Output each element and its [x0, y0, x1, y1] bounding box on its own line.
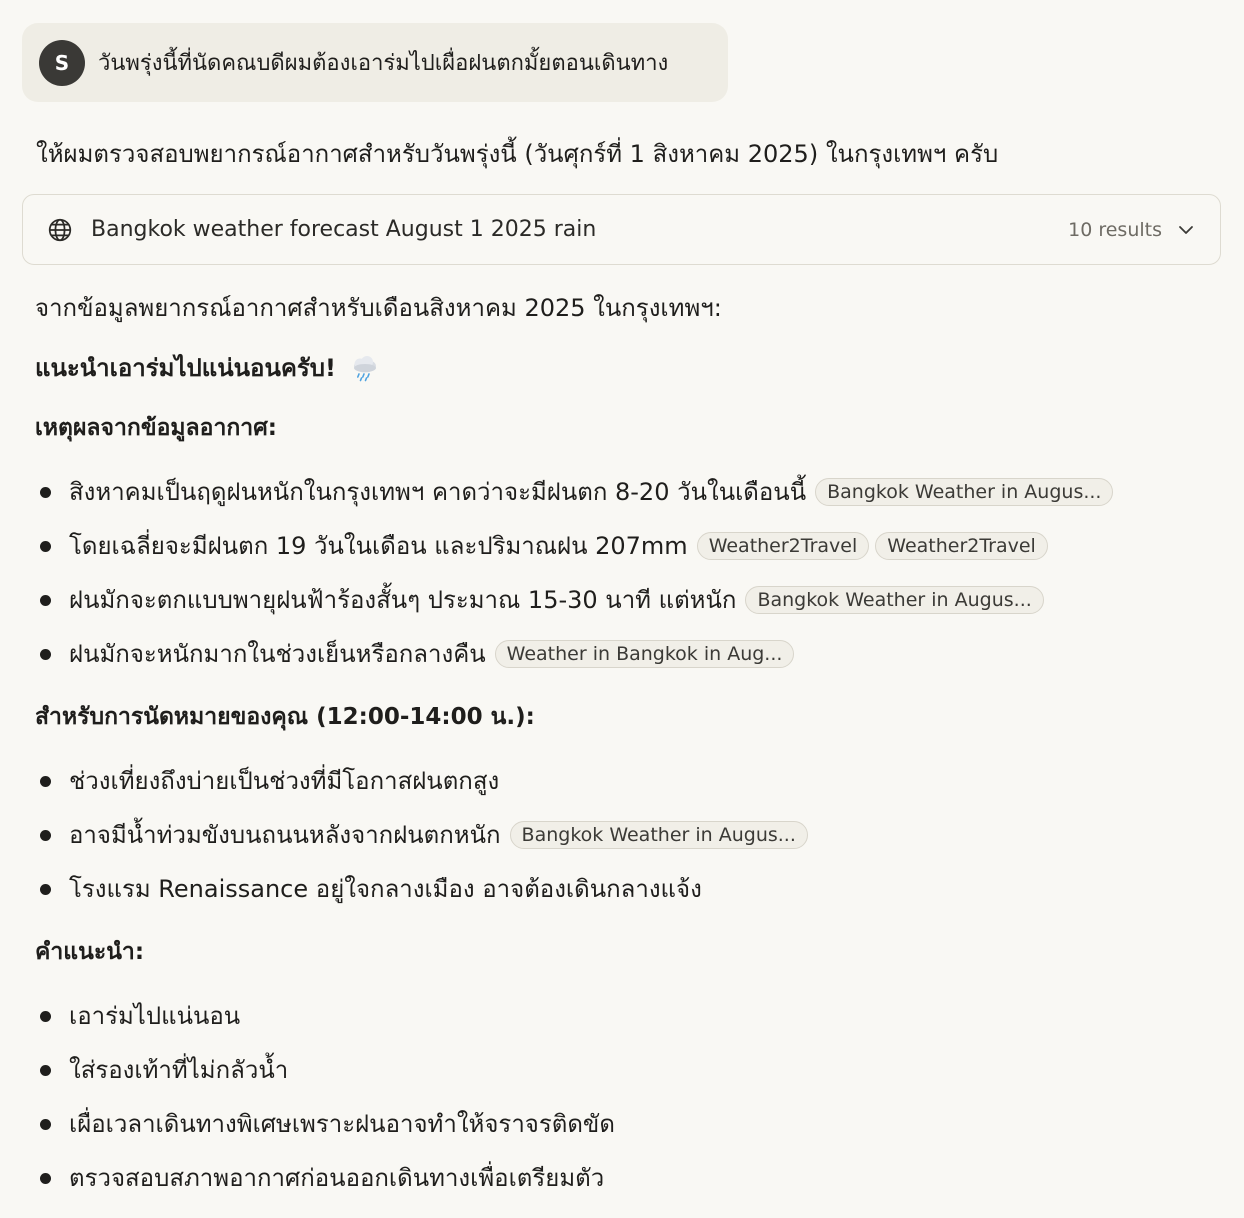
bullet-dot: [40, 1065, 51, 1076]
bullet-dot: [40, 541, 51, 552]
avatar[interactable]: S: [39, 39, 85, 86]
advice-heading: คำแนะนำ:: [35, 939, 145, 965]
globe-icon: [48, 218, 72, 241]
list-item: อาจมีน้ำท่วมขังบนถนนหลังจากฝนตกหนัก Bang…: [35, 808, 1225, 862]
citation-chip[interactable]: Weather2Travel: [696, 532, 870, 560]
cloud-rain-icon: [354, 356, 377, 382]
list-item: ฝนมักจะตกแบบพายุฝนฟ้าร้องสั้นๆ ประมาณ 15…: [35, 573, 1225, 627]
recommendation-text: แนะนำเอาร่มไปแน่นอนครับ!: [35, 354, 336, 382]
list-item-text: ฝนมักจะตกแบบพายุฝนฟ้าร้องสั้นๆ ประมาณ 15…: [69, 585, 737, 614]
assistant-intro-text: ให้ผมตรวจสอบพยากรณ์อากาศสำหรับวันพรุ่งนี…: [36, 140, 999, 168]
recommendation: แนะนำเอาร่มไปแน่นอนครับ!: [35, 345, 1225, 392]
list-item: โดยเฉลี่ยจะมีฝนตก 19 วันในเดือน และปริมา…: [35, 519, 1225, 573]
chevron-down-icon[interactable]: [1176, 220, 1196, 240]
citation-chip[interactable]: Bangkok Weather in Augus...: [815, 478, 1114, 506]
search-results-count: 10 results: [1068, 218, 1162, 241]
list-item-text: เผื่อเวลาเดินทางพิเศษเพราะฝนอาจทำให้จราจ…: [69, 1109, 615, 1138]
list-item-text: ฝนมักจะหนักมากในช่วงเย็นหรือกลางคืน: [69, 639, 486, 668]
reasons-list: สิงหาคมเป็นฤดูฝนหนักในกรุงเทพฯ คาดว่าจะม…: [35, 465, 1225, 681]
list-item-text: ใส่รองเท้าที่ไม่กลัวน้ำ: [69, 1055, 289, 1084]
list-item-text: ตรวจสอบสภาพอากาศก่อนออกเดินทางเพื่อเตรีย…: [69, 1163, 605, 1192]
bullet-dot: [40, 776, 51, 787]
citation-chip[interactable]: Bangkok Weather in Augus...: [509, 821, 808, 849]
bullet-dot: [40, 1011, 51, 1022]
citation-chip[interactable]: Weather2Travel: [875, 532, 1048, 560]
list-item-text: สิงหาคมเป็นฤดูฝนหนักในกรุงเทพฯ คาดว่าจะม…: [69, 477, 807, 506]
list-item: ใส่รองเท้าที่ไม่กลัวน้ำ: [35, 1043, 1225, 1097]
list-item-text: โรงแรม Renaissance อยู่ใจกลางเมือง อาจต้…: [69, 874, 702, 903]
bullet-dot: [40, 830, 51, 841]
citation-chip[interactable]: Bangkok Weather in Augus...: [745, 586, 1044, 614]
bullet-dot: [40, 1173, 51, 1184]
bullet-dot: [40, 487, 51, 498]
appointment-heading: สำหรับการนัดหมายของคุณ (12:00-14:00 น.):: [35, 704, 535, 730]
list-item: เผื่อเวลาเดินทางพิเศษเพราะฝนอาจทำให้จราจ…: [35, 1097, 1225, 1151]
appointment-list: ช่วงเที่ยงถึงบ่ายเป็นช่วงที่มีโอกาสฝนตกส…: [35, 754, 1225, 916]
user-message-bubble: S วันพรุ่งนี้ที่นัดคณบดีผมต้องเอาร่มไปเผ…: [22, 23, 728, 102]
bullet-dot: [40, 595, 51, 606]
list-item: ช่วงเที่ยงถึงบ่ายเป็นช่วงที่มีโอกาสฝนตกส…: [35, 754, 1225, 808]
bullet-dot: [40, 1119, 51, 1130]
list-item-text: โดยเฉลี่ยจะมีฝนตก 19 วันในเดือน และปริมา…: [69, 531, 688, 560]
advice-list: เอาร่มไปแน่นอน ใส่รองเท้าที่ไม่กลัวน้ำ เ…: [35, 989, 1225, 1205]
bullet-dot: [40, 884, 51, 895]
user-message-text: วันพรุ่งนี้ที่นัดคณบดีผมต้องเอาร่มไปเผื่…: [98, 51, 669, 76]
list-item: โรงแรม Renaissance อยู่ใจกลางเมือง อาจต้…: [35, 862, 1225, 916]
reasons-heading: เหตุผลจากข้อมูลอากาศ:: [35, 415, 278, 441]
list-item: เอาร่มไปแน่นอน: [35, 989, 1225, 1043]
list-item-text: ช่วงเที่ยงถึงบ่ายเป็นช่วงที่มีโอกาสฝนตกส…: [69, 766, 500, 795]
list-item: สิงหาคมเป็นฤดูฝนหนักในกรุงเทพฯ คาดว่าจะม…: [35, 465, 1225, 519]
list-item: ตรวจสอบสภาพอากาศก่อนออกเดินทางเพื่อเตรีย…: [35, 1151, 1225, 1205]
list-item: ฝนมักจะหนักมากในช่วงเย็นหรือกลางคืน Weat…: [35, 627, 1225, 681]
assistant-response: จากข้อมูลพยากรณ์อากาศสำหรับเดือนสิงหาคม …: [35, 285, 1225, 1218]
list-item-text: อาจมีน้ำท่วมขังบนถนนหลังจากฝนตกหนัก: [69, 820, 501, 849]
forecast-data-intro: จากข้อมูลพยากรณ์อากาศสำหรับเดือนสิงหาคม …: [35, 294, 722, 322]
list-item-text: เอาร่มไปแน่นอน: [69, 1001, 241, 1030]
search-query: Bangkok weather forecast August 1 2025 r…: [91, 217, 597, 242]
citation-chip[interactable]: Weather in Bangkok in Aug...: [494, 640, 795, 668]
bullet-dot: [40, 649, 51, 660]
web-search-results-toggle[interactable]: Bangkok weather forecast August 1 2025 r…: [22, 194, 1221, 265]
